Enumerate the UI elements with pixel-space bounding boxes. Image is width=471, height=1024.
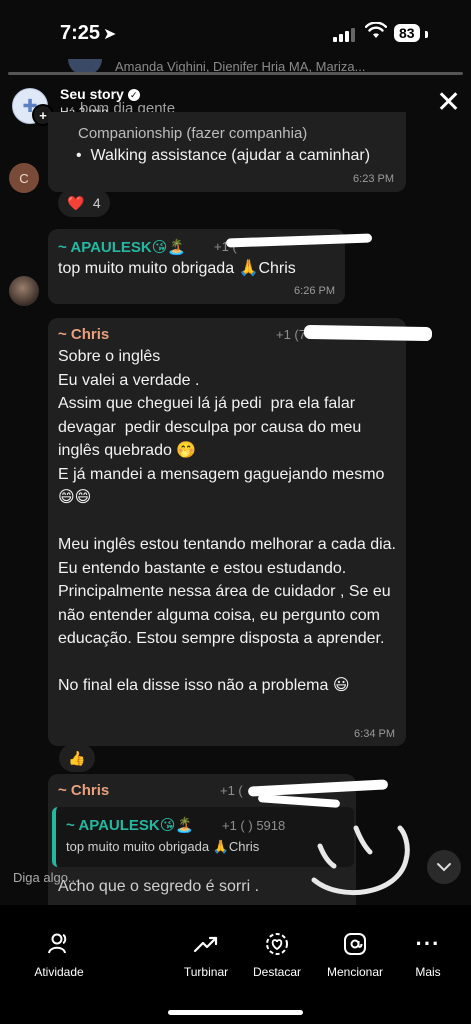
cellular-signal-icon: [333, 28, 355, 42]
story-progress-bar: [8, 72, 463, 75]
home-indicator: [168, 1010, 303, 1015]
doodle-drawing: [311, 825, 410, 895]
sender-name: ~ APAULESK😘🏝️: [58, 239, 187, 256]
chevron-down-icon: [437, 863, 451, 872]
scroll-down-button[interactable]: [427, 850, 461, 884]
activity-button[interactable]: Atividade: [14, 929, 104, 979]
reaction-badge[interactable]: ❤️ 4: [58, 189, 110, 217]
battery-icon: 83: [394, 24, 420, 42]
reaction-count: 4: [92, 195, 101, 211]
message-text: top muito muito obrigada 🙏Chris: [58, 260, 296, 277]
verified-icon: ✓: [127, 89, 140, 101]
message-text: • Walking assistance (ajudar a caminhar): [76, 147, 371, 164]
more-button[interactable]: ··· Mais: [383, 929, 471, 979]
story-title: Seu story ✓: [60, 86, 140, 102]
more-label: Mais: [415, 965, 441, 979]
wifi-icon: [364, 21, 388, 45]
message-text-partial: Companionship (fazer companhia): [78, 125, 308, 142]
activity-icon: [14, 929, 104, 959]
redaction-scribble: [303, 324, 433, 342]
reaction-badge[interactable]: 👍: [59, 744, 95, 772]
battery-tip: [425, 31, 428, 38]
quoted-sender: ~ APAULESK😘🏝️: [66, 817, 195, 834]
quoted-text: top muito muito obrigada 🙏Chris: [66, 839, 260, 854]
message-time: 6:34 PM: [354, 728, 395, 740]
message-text: Sobre o inglês Eu valei a verdade . Assi…: [58, 348, 396, 694]
message-bubble[interactable]: Companionship (fazer companhia) • Walkin…: [48, 112, 406, 192]
contact-avatar[interactable]: C: [9, 163, 39, 193]
reply-placeholder[interactable]: Diga algo...: [13, 870, 79, 885]
contact-avatar-photo[interactable]: [9, 276, 39, 306]
story-action-bar: Atividade Turbinar Destacar Mencionar ··…: [0, 905, 471, 1024]
thumbs-up-icon: 👍: [68, 749, 86, 766]
sender-phone: +1 (7: [276, 327, 306, 342]
heart-icon: ❤️: [67, 194, 85, 211]
location-arrow-icon: ➤: [103, 26, 117, 43]
more-icon: ···: [415, 931, 441, 956]
message-bubble[interactable]: ~ Chris +1 (7 Sobre o inglês Eu valei a …: [48, 318, 406, 746]
highlight-label: Destacar: [252, 965, 302, 979]
highlight-button[interactable]: Destacar: [232, 929, 322, 979]
quoted-phone: +1 ( ) 5918: [222, 818, 286, 833]
message-time: 6:23 PM: [353, 173, 394, 185]
message-text: Acho que o segredo é sorri .: [58, 878, 260, 895]
highlight-icon: [232, 929, 322, 959]
status-time: 7:25: [60, 22, 101, 44]
sender-phone: +1 (: [220, 783, 243, 798]
activity-label: Atividade: [34, 965, 84, 979]
sender-name: ~ Chris: [58, 782, 110, 799]
message-time: 6:26 PM: [294, 285, 335, 297]
sender-name: ~ Chris: [58, 326, 110, 343]
close-icon[interactable]: ✕: [436, 88, 461, 118]
